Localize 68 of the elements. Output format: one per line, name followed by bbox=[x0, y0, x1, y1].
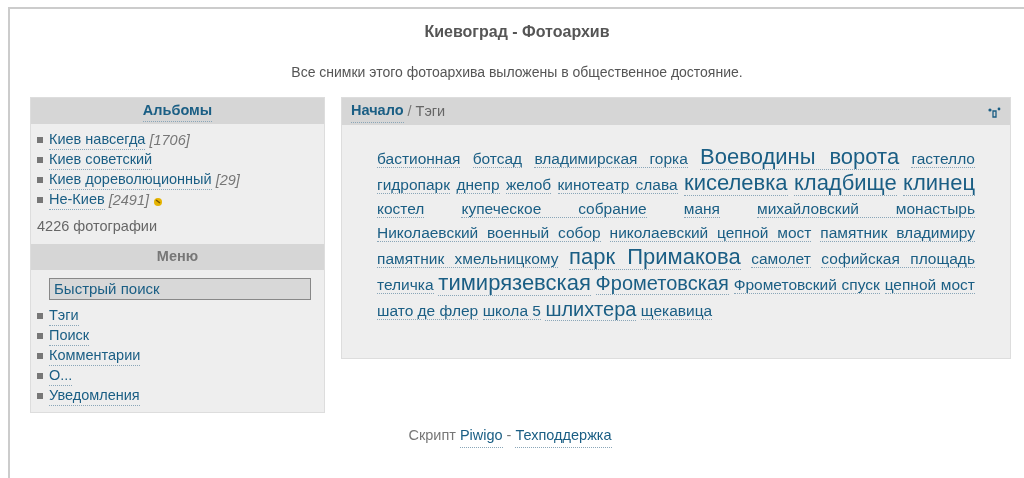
footer-prefix: Скрипт bbox=[408, 426, 456, 445]
home-link[interactable]: Начало bbox=[351, 100, 404, 123]
support-link[interactable]: Техподдержка bbox=[515, 425, 612, 448]
bullet-icon bbox=[37, 372, 43, 379]
tag-link[interactable]: кладбище bbox=[793, 170, 897, 196]
tag-link[interactable]: щекавица bbox=[640, 302, 713, 320]
menu-link[interactable]: Тэги bbox=[49, 305, 79, 326]
tag-link[interactable]: владимирская горка bbox=[534, 150, 688, 168]
breadcrumb-current: Тэги bbox=[415, 101, 446, 121]
tag-link[interactable]: михайловский монастырь bbox=[757, 200, 975, 218]
piwigo-link[interactable]: Piwigo bbox=[459, 425, 503, 448]
recent-icon bbox=[153, 197, 163, 207]
albums-title[interactable]: Альбомы bbox=[142, 99, 213, 123]
menu-title: Меню bbox=[156, 246, 199, 266]
page-subtitle: Все снимки этого фотоархива выложены в общественное достояние. bbox=[290, 63, 744, 82]
menu-link[interactable]: О... bbox=[49, 365, 73, 386]
album-count: [2491] bbox=[108, 190, 149, 210]
tag-link[interactable]: парк Примакова bbox=[569, 244, 741, 270]
tag-link[interactable]: николаевский цепной мост bbox=[609, 224, 812, 242]
tag-link[interactable]: теличка bbox=[377, 276, 434, 294]
tag-link[interactable]: Фрометовская bbox=[595, 272, 729, 295]
bullet-icon bbox=[37, 177, 43, 183]
menu-link[interactable]: Уведомления bbox=[49, 385, 140, 406]
tag-link[interactable]: Воеводины ворота bbox=[700, 144, 900, 170]
menu-link[interactable]: Поиск bbox=[49, 325, 90, 346]
tag-link[interactable]: клинец bbox=[903, 170, 976, 196]
tag-link[interactable]: шато де флер bbox=[377, 302, 479, 320]
page-title: Киевоград - Фотоархив bbox=[423, 22, 611, 42]
album-count: [29] bbox=[215, 170, 240, 190]
tag-link[interactable]: купеческое собрание bbox=[461, 200, 647, 218]
tag-link[interactable]: киселевка bbox=[684, 170, 788, 196]
quick-search-field[interactable]: Быстрый поиск bbox=[49, 277, 311, 300]
album-link[interactable]: Киев дореволюционный bbox=[49, 170, 212, 190]
tag-link[interactable]: цепной мост bbox=[884, 276, 975, 294]
tag-link[interactable]: тимирязевская bbox=[438, 270, 591, 296]
bullet-icon bbox=[37, 392, 43, 399]
tag-link[interactable]: самолет bbox=[751, 250, 811, 268]
tag-link[interactable]: желоб bbox=[506, 176, 552, 194]
tag-link[interactable]: памятник хмельницкому bbox=[377, 250, 559, 268]
tag-link[interactable]: бастионная bbox=[377, 150, 461, 168]
tag-link[interactable]: кинотеатр слава bbox=[557, 176, 678, 194]
photo-total: 4226 фотографии bbox=[36, 217, 159, 236]
tag-link[interactable]: памятник владимиру bbox=[820, 224, 975, 242]
tag-link[interactable]: софийская площадь bbox=[821, 250, 975, 268]
font-size-icon[interactable] bbox=[987, 105, 1001, 118]
tag-link[interactable]: шлихтера bbox=[545, 298, 637, 321]
bullet-icon bbox=[37, 137, 43, 143]
album-link[interactable]: Киев навсегда bbox=[49, 130, 146, 150]
tag-link[interactable]: днепр bbox=[456, 176, 500, 194]
menu-link[interactable]: Комментарии bbox=[49, 345, 141, 366]
tag-link[interactable]: ботсад bbox=[472, 150, 523, 168]
tag-link[interactable]: Фрометовский спуск bbox=[733, 276, 880, 294]
bullet-icon bbox=[37, 157, 43, 163]
tag-link[interactable]: Николаевский военный собор bbox=[377, 224, 601, 242]
bullet-icon bbox=[37, 352, 43, 359]
tag-link[interactable]: костел bbox=[377, 200, 425, 218]
tag-link[interactable]: гидропарк bbox=[377, 176, 450, 194]
tag-link[interactable]: гастелло bbox=[911, 150, 975, 168]
bullet-icon bbox=[37, 312, 43, 319]
tag-link[interactable]: школа 5 bbox=[482, 302, 541, 320]
footer-separator: - bbox=[506, 426, 512, 445]
bullet-icon bbox=[37, 332, 43, 339]
album-count: [1706] bbox=[149, 130, 190, 150]
album-link[interactable]: Не-Киев bbox=[49, 190, 105, 210]
breadcrumb-separator: / bbox=[407, 101, 412, 121]
bullet-icon bbox=[37, 197, 43, 203]
album-link[interactable]: Киев советский bbox=[49, 150, 153, 170]
tag-link[interactable]: маня bbox=[683, 200, 720, 218]
